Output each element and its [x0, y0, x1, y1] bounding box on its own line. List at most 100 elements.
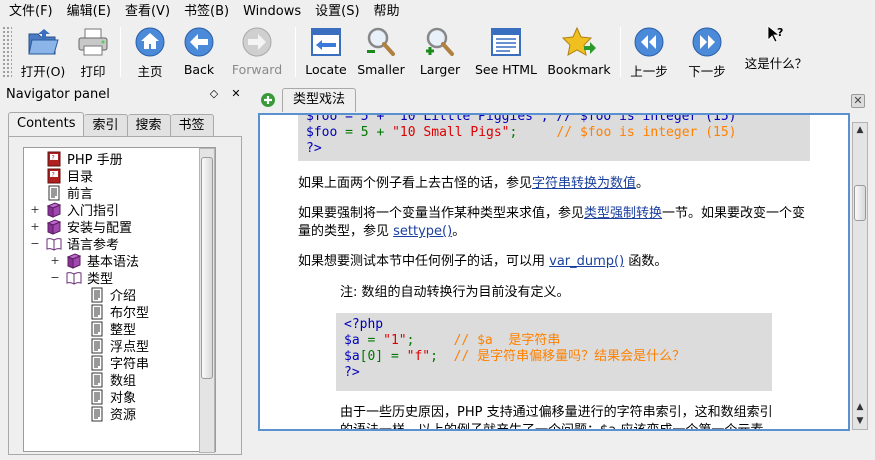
open-button[interactable]: 打开(O) [14, 23, 72, 80]
code-line: $foo = 5 + "10 Little Piggies"; // $foo … [306, 113, 737, 124]
zoom-smaller-button[interactable]: Smaller [350, 23, 412, 80]
collapse-icon[interactable]: − [30, 237, 40, 250]
zoom-out-icon [364, 25, 398, 59]
tree-item[interactable]: 介绍 [89, 286, 136, 304]
whats-this-button[interactable]: ? 这是什么？ [743, 23, 809, 80]
collapse-icon[interactable]: − [50, 271, 60, 284]
menu-file[interactable]: 文件(F) [2, 0, 60, 23]
tree-item[interactable]: 资源 [89, 405, 137, 423]
tree-item[interactable]: + 安装与配置 [30, 218, 132, 236]
folder-open-icon [26, 25, 60, 58]
star-bookmark-icon [562, 25, 596, 59]
bookmark-button[interactable]: Bookmark [544, 23, 614, 80]
menu-windows[interactable]: Windows [236, 0, 308, 23]
panel-splitter[interactable] [250, 84, 254, 460]
arrow-right-icon [240, 25, 274, 59]
scroll-down-icon[interactable]: ▼ [853, 414, 867, 428]
locate-button[interactable]: Locate [302, 23, 350, 80]
tab-search[interactable]: 搜索 [127, 114, 171, 137]
zoom-larger-button[interactable]: Larger [412, 23, 468, 80]
tree-item[interactable]: − 语言参考 [30, 235, 119, 253]
page-icon [89, 338, 105, 354]
toolbar-separator [735, 27, 737, 77]
menu-view[interactable]: 查看(V) [118, 0, 177, 23]
tree-item[interactable]: 前言 [46, 184, 93, 202]
print-button[interactable]: 打印 [72, 23, 114, 80]
tab-contents[interactable]: Contents [8, 112, 85, 137]
next-page-button[interactable]: 下一步 [685, 23, 729, 80]
toolbar-separator [620, 27, 621, 77]
paragraph: 如果上面两个例子看上去古怪的话，参见字符串转换为数值。 [298, 176, 650, 191]
scrollbar-thumb[interactable] [201, 157, 213, 379]
tree-item[interactable]: ? PHP 手册 [46, 150, 123, 168]
scroll-up-icon[interactable]: ▲ [853, 123, 867, 137]
tree-item[interactable]: + 入门指引 [30, 201, 119, 219]
menu-help[interactable]: 帮助 [367, 0, 407, 23]
tree-item[interactable]: 数组 [89, 371, 136, 389]
navigator-tabs: Contents 索引 搜索 书签 [8, 112, 214, 137]
close-icon[interactable]: ✕ [229, 86, 243, 100]
document-tab[interactable]: 类型戏法 [282, 88, 357, 112]
page-icon [46, 185, 62, 201]
tree-scrollbar[interactable] [199, 148, 215, 453]
toolbar-separator [120, 27, 121, 77]
page-icon [89, 287, 105, 303]
zoom-in-icon [423, 25, 457, 59]
tree-item[interactable]: 整型 [89, 320, 136, 338]
svg-text:?: ? [52, 154, 55, 161]
previous-page-button[interactable]: 上一步 [627, 23, 671, 80]
toolbar-handle[interactable] [2, 26, 12, 78]
scroll-up-icon[interactable]: ▲ [853, 400, 867, 414]
document-view[interactable]: $foo = 5 + "10 Little Piggies"; // $foo … [258, 113, 850, 431]
document-scrollbar[interactable]: ▲ ▲ ▼ [852, 122, 868, 430]
tree-item[interactable]: 布尔型 [89, 303, 149, 321]
menu-bookmarks[interactable]: 书签(B) [177, 0, 236, 23]
float-icon[interactable]: ◇ [207, 86, 221, 100]
menu-bar: 文件(F) 编辑(E) 查看(V) 书签(B) Windows 设置(S) 帮助 [0, 0, 875, 23]
scrollbar-thumb[interactable] [854, 185, 866, 221]
link-type-casting[interactable]: 类型强制转换 [584, 206, 662, 221]
expand-icon[interactable]: + [50, 254, 60, 267]
home-icon [133, 25, 167, 58]
menu-settings[interactable]: 设置(S) [308, 0, 366, 23]
link-var-dump[interactable]: var_dump() [549, 254, 624, 269]
navigator-panel: Navigator panel ◇ ✕ Contents 索引 搜索 书签 ? P… [0, 84, 249, 460]
page-icon [89, 389, 105, 405]
page-icon [89, 304, 105, 320]
tab-bookmarks[interactable]: 书签 [170, 114, 214, 137]
menu-edit[interactable]: 编辑(E) [60, 0, 118, 23]
tree-item[interactable]: − 类型 [50, 269, 113, 287]
tree-item[interactable]: ? 目录 [46, 167, 93, 185]
svg-text:?: ? [777, 26, 783, 39]
tree-item[interactable]: + 基本语法 [50, 252, 139, 270]
home-button[interactable]: 主页 [127, 23, 173, 80]
tree-item[interactable]: 对象 [89, 388, 136, 406]
tab-index[interactable]: 索引 [84, 114, 128, 137]
page-icon [89, 406, 105, 422]
tree-item[interactable]: 字符串 [89, 354, 149, 372]
forward-button[interactable]: Forward [225, 23, 289, 80]
arrow-left-icon [182, 25, 216, 59]
link-settype[interactable]: settype() [393, 224, 452, 239]
contents-tree[interactable]: ? PHP 手册? 目录 前言 + 入门指引 + 安装与配置 − 语言参考 + 基本语法 − 类型 介绍 布尔… [23, 147, 216, 452]
expand-icon[interactable]: + [30, 220, 40, 233]
new-tab-icon[interactable] [260, 92, 276, 108]
page-icon [89, 372, 105, 388]
close-tab-icon[interactable]: ✕ [851, 94, 865, 108]
link-string-conversion[interactable]: 字符串转换为数值 [532, 176, 636, 191]
tree-item-label: 资源 [110, 408, 137, 423]
document-tabbar: 类型戏法 [256, 88, 357, 112]
code-block: $foo = 5 + "10 Little Piggies"; // $foo … [298, 113, 810, 161]
see-html-button[interactable]: See HTML [468, 23, 544, 80]
contents-pane: ? PHP 手册? 目录 前言 + 入门指引 + 安装与配置 − 语言参考 + 基本语法 − 类型 介绍 布尔… [8, 136, 242, 455]
tree-item[interactable]: 浮点型 [89, 337, 149, 355]
svg-text:?: ? [52, 171, 55, 178]
closed-book-icon [66, 252, 82, 269]
double-right-arrow-icon [690, 25, 724, 58]
main-toolbar: 打开(O) 打印 主页 Back Forward Locate Smaller … [0, 23, 875, 82]
code-block: <?php $a = "1"; // $a 是字符串 $a[0] = "f"; … [336, 313, 772, 391]
page-icon [89, 321, 105, 337]
back-button[interactable]: Back [173, 23, 225, 80]
closed-book-icon [46, 201, 62, 218]
expand-icon[interactable]: + [30, 203, 40, 216]
